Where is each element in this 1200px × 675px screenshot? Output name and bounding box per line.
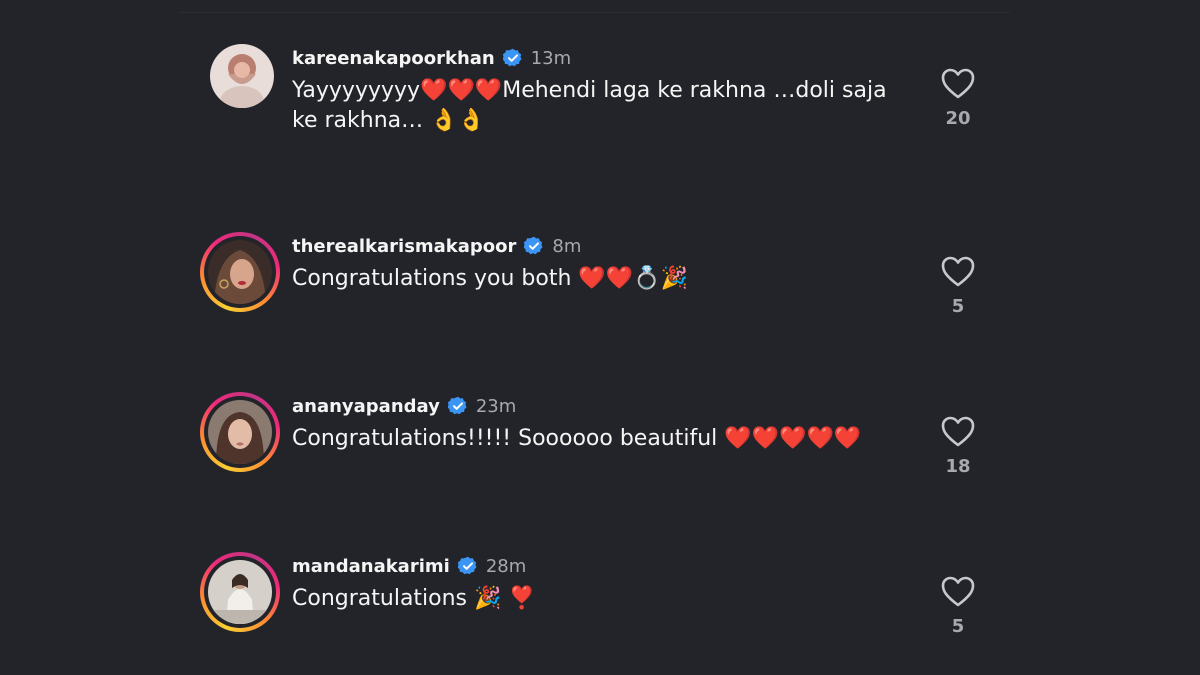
comment-header: mandanakarimi 28m [292,552,526,580]
like-count: 18 [945,456,971,477]
avatar[interactable] [200,552,280,632]
heart-outline-icon[interactable] [940,66,976,102]
verified-badge-icon [524,236,543,255]
username[interactable]: ananyapanday [292,396,440,417]
comments-panel: kareenakapoorkhan 13m Yayyyyyyyy❤️❤️❤️Me… [0,0,1200,675]
username[interactable]: therealkarismakapoor [292,236,516,257]
heart-outline-icon[interactable] [940,574,976,610]
divider [180,12,1010,13]
avatar[interactable] [200,232,280,312]
avatar[interactable] [200,44,280,124]
avatar-photo [210,44,274,108]
heart-outline-icon[interactable] [940,414,976,450]
timestamp: 28m [485,555,527,577]
comment-item: mandanakarimi 28m Congratulations 🎉 ❣️ 5 [0,552,1200,662]
comment-item: ananyapanday 23m Congratulations!!!!! So… [0,392,1200,502]
username[interactable]: mandanakarimi [292,556,450,577]
comment-text: Congratulations 🎉 ❣️ [292,586,536,611]
timestamp: 8m [552,235,582,257]
avatar[interactable] [200,392,280,472]
verified-badge-icon [457,556,477,575]
heart-outline-icon[interactable] [940,254,976,290]
verified-badge-icon [502,48,522,67]
username[interactable]: kareenakapoorkhan [292,48,495,69]
avatar-photo [208,560,272,624]
avatar-photo [208,240,272,304]
comment-text: Congratulations!!!!! Soooooo beautiful ❤… [292,426,862,451]
like-count: 20 [945,108,971,129]
like-count: 5 [951,296,965,317]
timestamp: 13m [530,47,572,69]
comment-header: kareenakapoorkhan 13m [292,44,571,72]
comment-text: Yayyyyyyyy❤️❤️❤️Mehendi laga ke rakhna …… [292,78,894,133]
comment-header: ananyapanday 23m [292,392,516,420]
comment-item: kareenakapoorkhan 13m Yayyyyyyyy❤️❤️❤️Me… [0,44,1200,154]
timestamp: 23m [475,395,517,417]
avatar-photo [208,400,272,464]
verified-badge-icon [447,396,467,415]
like-count: 5 [951,616,965,637]
comment-text: Congratulations you both ❤️❤️💍🎉 [292,266,688,291]
comment-header: therealkarismakapoor 8m [292,232,581,260]
comment-item: therealkarismakapoor 8m Congratulations … [0,232,1200,342]
